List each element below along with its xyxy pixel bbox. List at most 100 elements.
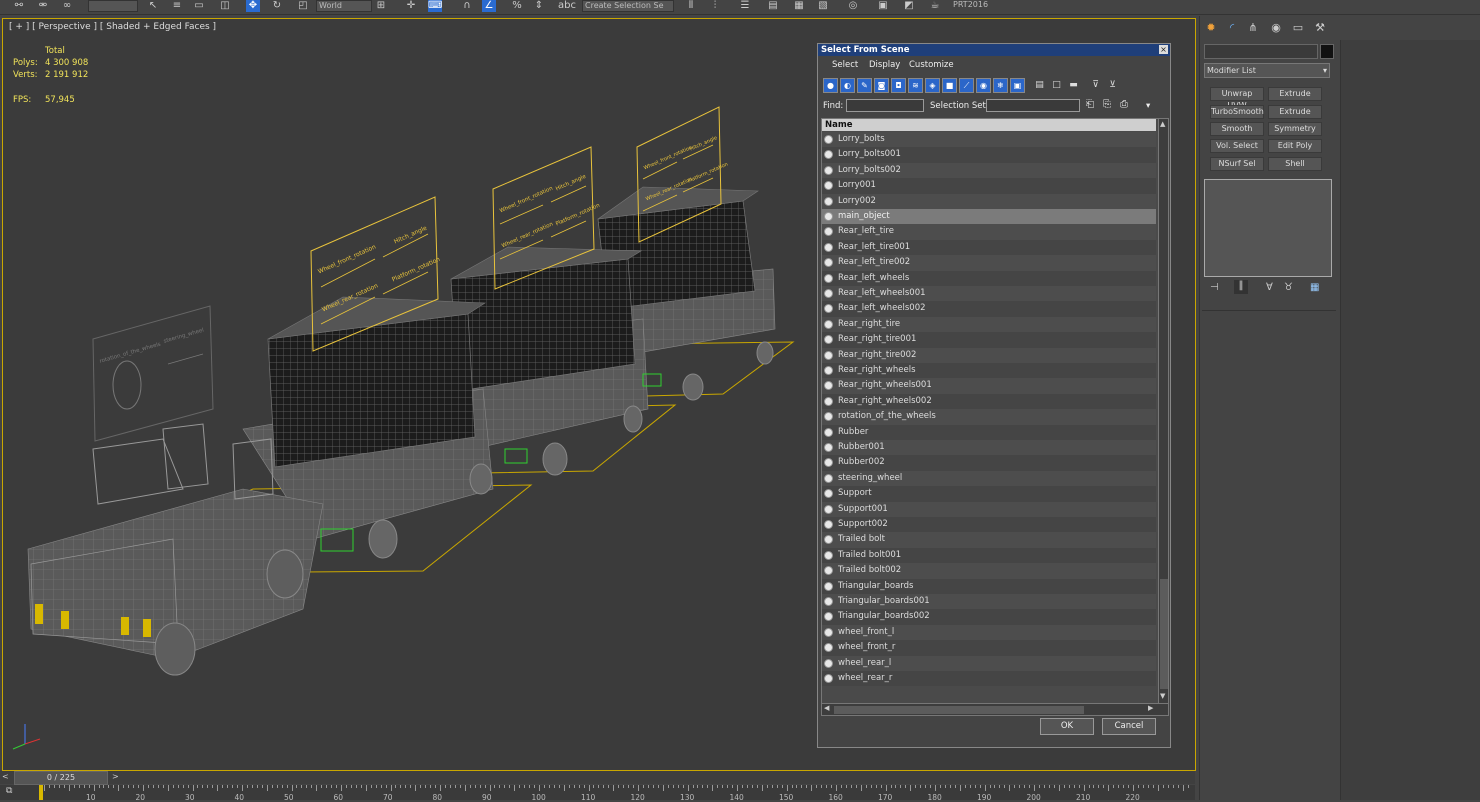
create-tab-icon[interactable]: ✹ — [1203, 21, 1219, 35]
scroll-down-icon[interactable]: ▼ — [1160, 692, 1165, 700]
list-item[interactable]: Support002 — [822, 517, 1156, 533]
region-select-icon[interactable]: ▭ — [192, 0, 206, 12]
horizontal-scroll-thumb[interactable] — [834, 706, 1084, 714]
select-scale-icon[interactable]: ◰ — [296, 0, 310, 12]
selection-filter-dropdown[interactable] — [88, 0, 138, 12]
modifier-button-vol-select[interactable]: Vol. Select — [1210, 139, 1264, 153]
display-spacewarps-icon[interactable]: ≋ — [908, 78, 923, 93]
render-production-icon[interactable]: ☕ — [928, 0, 942, 12]
list-item[interactable]: Lorry001 — [822, 178, 1156, 194]
select-object-icon[interactable]: ↖ — [146, 0, 160, 12]
schematic-view-icon[interactable]: ▧ — [816, 0, 830, 12]
list-item[interactable]: wheel_front_r — [822, 640, 1156, 656]
find-input[interactable] — [846, 99, 924, 112]
pin-stack-icon[interactable]: ⊣ — [1210, 282, 1219, 293]
time-next-icon[interactable]: > — [112, 772, 119, 781]
material-editor-icon[interactable]: ◎ — [846, 0, 860, 12]
show-end-result-icon[interactable]: ‖ — [1234, 280, 1248, 294]
list-item[interactable]: steering_wheel — [822, 470, 1156, 487]
modifier-button-edit-poly[interactable]: Edit Poly — [1268, 139, 1322, 153]
display-containers-icon[interactable]: ◉ — [976, 78, 991, 93]
scroll-right-icon[interactable]: ▶ — [1148, 704, 1153, 712]
selection-set-dropdown[interactable] — [986, 99, 1080, 112]
dialog-title-bar[interactable]: Select From Scene — [818, 44, 1170, 56]
select-manipulate-icon[interactable]: ✛ — [404, 0, 418, 12]
display-cameras-icon[interactable]: ◙ — [874, 78, 889, 93]
list-item[interactable]: Lorry_bolts — [822, 132, 1156, 148]
list-item[interactable]: Rear_right_wheels001 — [822, 378, 1156, 394]
rendered-frame-window-icon[interactable]: ◩ — [902, 0, 916, 12]
modifier-button-extrude-2[interactable]: Extrude — [1268, 105, 1322, 119]
select-none-icon[interactable]: □ — [1049, 78, 1064, 93]
motion-tab-icon[interactable]: ◉ — [1268, 21, 1284, 35]
vertical-scroll-thumb[interactable] — [1160, 579, 1168, 689]
list-item[interactable]: Rear_left_tire002 — [822, 255, 1156, 271]
curve-editor-icon[interactable]: ▦ — [792, 0, 806, 12]
display-tab-icon[interactable]: ▭ — [1290, 21, 1306, 35]
list-item[interactable]: wheel_front_l — [822, 624, 1156, 641]
list-item[interactable]: main_object — [822, 209, 1156, 225]
list-item[interactable]: Rear_right_wheels — [822, 363, 1156, 379]
graphite-toolbar-icon[interactable]: ▤ — [766, 0, 780, 12]
modifier-list-dropdown[interactable]: Modifier List ▾ — [1204, 63, 1330, 78]
list-item[interactable]: Rear_left_wheels001 — [822, 286, 1156, 302]
remove-from-selection-set-icon[interactable]: ⎙ — [1120, 99, 1128, 110]
display-groups-icon[interactable]: ◈ — [925, 78, 940, 93]
align-icon[interactable]: ⫶ — [708, 0, 722, 12]
list-item[interactable]: Trailed bolt002 — [822, 563, 1156, 579]
ok-button[interactable]: OK — [1040, 718, 1094, 735]
modifier-button-unwrap-uvw[interactable]: Unwrap UVW — [1210, 87, 1264, 110]
configure-modifier-sets-icon[interactable]: ▦ — [1310, 282, 1319, 293]
list-item[interactable]: Rear_right_wheels002 — [822, 393, 1156, 410]
create-selection-set-icon[interactable]: ⎗ — [1086, 99, 1094, 110]
scroll-left-icon[interactable]: ◀ — [824, 704, 829, 712]
list-item[interactable]: Rear_left_wheels002 — [822, 301, 1156, 317]
snaps-toggle-icon[interactable]: ∩ — [460, 0, 474, 12]
list-item[interactable]: wheel_rear_r — [822, 671, 1156, 687]
list-item[interactable]: Lorry_bolts002 — [822, 162, 1156, 179]
list-item[interactable]: Rear_right_tire001 — [822, 332, 1156, 348]
pivot-center-icon[interactable]: ⊞ — [374, 0, 388, 12]
scroll-up-icon[interactable]: ▲ — [1160, 120, 1165, 128]
list-item[interactable]: Rear_left_tire001 — [822, 239, 1156, 256]
modifier-button-smooth[interactable]: Smooth — [1210, 122, 1264, 136]
display-bones-icon[interactable]: ⟋ — [959, 78, 974, 93]
list-item[interactable]: Support001 — [822, 501, 1156, 517]
cancel-button[interactable]: Cancel — [1102, 718, 1156, 735]
list-item[interactable]: Triangular_boards — [822, 578, 1156, 594]
menu-display[interactable]: Display — [869, 60, 900, 70]
keyboard-shortcut-override-icon[interactable]: ⌨ — [428, 0, 442, 12]
filter-options-icon[interactable]: ⊻ — [1105, 78, 1120, 93]
modify-tab-icon[interactable]: ◜ — [1224, 21, 1240, 35]
list-item[interactable]: Support — [822, 486, 1156, 502]
add-to-selection-set-icon[interactable]: ⎘ — [1103, 99, 1111, 110]
select-rotate-icon[interactable]: ↻ — [270, 0, 284, 12]
angle-snap-icon[interactable]: ∠ — [482, 0, 496, 12]
name-column-header[interactable]: Name — [822, 119, 1156, 131]
list-item[interactable]: Rubber — [822, 424, 1156, 440]
object-name-field[interactable] — [1204, 44, 1318, 59]
modifier-button-symmetry[interactable]: Symmetry — [1268, 122, 1322, 136]
window-crossing-icon[interactable]: ◫ — [218, 0, 232, 12]
display-xrefs-icon[interactable]: ■ — [942, 78, 957, 93]
select-all-icon[interactable]: ▤ — [1032, 78, 1047, 93]
modifier-button-extrude[interactable]: Extrude — [1268, 87, 1322, 101]
list-item[interactable]: Triangular_boards001 — [822, 594, 1156, 610]
menu-customize[interactable]: Customize — [909, 60, 954, 70]
filter-icon[interactable]: ⊽ — [1088, 78, 1103, 93]
edit-named-selection-icon[interactable]: abc — [558, 0, 576, 12]
object-color-swatch[interactable] — [1320, 44, 1334, 59]
list-item[interactable]: Rear_right_tire002 — [822, 347, 1156, 363]
time-slider[interactable]: < 0 / 225 > — [0, 771, 1195, 785]
layer-explorer-icon[interactable]: ☰ — [738, 0, 752, 12]
display-frozen-icon[interactable]: ❄ — [993, 78, 1008, 93]
track-bar[interactable]: ⧉ 10 20 30 40 50 60 70 80 90 100 110 120 130 140 150 16… — [0, 785, 1195, 802]
hierarchy-tab-icon[interactable]: ⋔ — [1245, 21, 1261, 35]
select-by-name-icon[interactable]: ≡ — [170, 0, 184, 12]
display-shapes-icon[interactable]: ◐ — [840, 78, 855, 93]
list-item[interactable]: Trailed bolt001 — [822, 547, 1156, 564]
select-invert-icon[interactable]: ▬ — [1066, 78, 1081, 93]
frame-counter[interactable]: 0 / 225 — [14, 771, 108, 785]
remove-modifier-icon[interactable]: ♉ — [1284, 282, 1293, 293]
modifier-stack[interactable] — [1204, 179, 1332, 277]
